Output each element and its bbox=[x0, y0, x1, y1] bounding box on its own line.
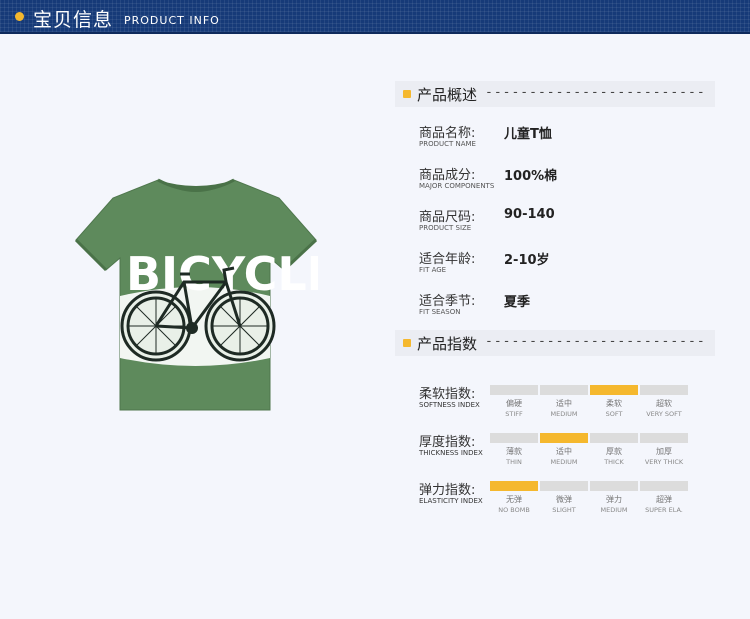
index-option-label: 弹力 bbox=[606, 495, 622, 504]
index-option: 适中 MEDIUM bbox=[540, 385, 588, 418]
index-option: 适中 MEDIUM bbox=[540, 433, 588, 466]
index-label: 厚度指数: bbox=[419, 435, 476, 450]
index-level-bar bbox=[540, 481, 588, 491]
index-option-label: 厚款 bbox=[606, 447, 622, 456]
index-level-bar bbox=[640, 433, 688, 443]
info-value: 100%棉 bbox=[504, 169, 558, 184]
index-option: 偏硬 STIFF bbox=[490, 385, 538, 418]
index-row-softness: 柔软指数: SOFTNESS INDEX 偏硬 STIFF 适中 MEDIUM … bbox=[419, 383, 709, 423]
product-image: BICYCLE bbox=[74, 178, 338, 414]
section-bullet-icon bbox=[403, 90, 411, 98]
header-subtitle: PRODUCT INFO bbox=[124, 14, 220, 27]
index-level-bar bbox=[590, 385, 638, 395]
index-section-header: 产品指数 ------------------------- bbox=[395, 330, 715, 356]
info-label-en: PRODUCT NAME bbox=[419, 140, 476, 148]
index-option-label: 适中 bbox=[556, 447, 572, 456]
header-title: 宝贝信息 bbox=[33, 9, 114, 31]
index-option-label: 超软 bbox=[656, 399, 672, 408]
index-level-bar bbox=[590, 433, 638, 443]
index-option: 无弹 NO BOMB bbox=[490, 481, 538, 514]
index-option-label-en: STIFF bbox=[505, 410, 523, 418]
info-row-size: 商品尺码: PRODUCT SIZE 90-140 bbox=[419, 206, 709, 236]
page-header: 宝贝信息 PRODUCT INFO bbox=[0, 0, 750, 34]
index-label-en: THICKNESS INDEX bbox=[419, 449, 483, 457]
info-label: 商品名称: bbox=[419, 126, 476, 141]
index-option-label-en: NO BOMB bbox=[498, 506, 530, 514]
index-option: 弹力 MEDIUM bbox=[590, 481, 638, 514]
index-option: 薄款 THIN bbox=[490, 433, 538, 466]
overview-section-header: 产品概述 ------------------------- bbox=[395, 81, 715, 107]
section-divider: ------------------------- bbox=[485, 334, 706, 349]
index-option-label-en: SLIGHT bbox=[552, 506, 576, 514]
index-option-label: 偏硬 bbox=[506, 399, 522, 408]
index-level-bar bbox=[640, 385, 688, 395]
index-option-label-en: MEDIUM bbox=[550, 410, 578, 418]
index-option-label-en: VERY SOFT bbox=[646, 410, 682, 418]
index-option-label-en: THICK bbox=[604, 458, 624, 466]
info-label-en: FIT SEASON bbox=[419, 308, 461, 316]
index-option: 加厚 VERY THICK bbox=[640, 433, 688, 466]
index-title: 产品指数 bbox=[417, 335, 478, 353]
index-option: 厚款 THICK bbox=[590, 433, 638, 466]
info-row-name: 商品名称: PRODUCT NAME 儿童T恤 bbox=[419, 122, 709, 152]
info-label-en: MAJOR COMPONENTS bbox=[419, 182, 495, 190]
info-value: 儿童T恤 bbox=[504, 127, 552, 142]
index-level-bar bbox=[540, 385, 588, 395]
index-option-label: 适中 bbox=[556, 399, 572, 408]
index-label-en: SOFTNESS INDEX bbox=[419, 401, 480, 409]
header-bullet-icon bbox=[15, 12, 24, 21]
index-label: 弹力指数: bbox=[419, 483, 476, 498]
info-label: 商品成分: bbox=[419, 168, 476, 183]
index-option: 超软 VERY SOFT bbox=[640, 385, 688, 418]
index-option-label: 无弹 bbox=[506, 495, 522, 504]
index-option-label: 薄款 bbox=[506, 447, 522, 456]
index-option-label-en: SOFT bbox=[605, 410, 623, 418]
index-label-en: ELASTICITY INDEX bbox=[419, 497, 483, 505]
info-value: 2-10岁 bbox=[504, 253, 550, 268]
info-label: 商品尺码: bbox=[419, 210, 476, 225]
info-row-components: 商品成分: MAJOR COMPONENTS 100%棉 bbox=[419, 164, 709, 194]
index-level-bar bbox=[490, 481, 538, 491]
index-option: 微弹 SLIGHT bbox=[540, 481, 588, 514]
index-level-bar bbox=[640, 481, 688, 491]
info-label-en: FIT AGE bbox=[419, 266, 447, 274]
index-level-bar bbox=[590, 481, 638, 491]
index-level-bar bbox=[540, 433, 588, 443]
info-value: 夏季 bbox=[504, 295, 531, 310]
index-option-label: 加厚 bbox=[656, 447, 672, 456]
index-option-label: 超弹 bbox=[656, 495, 672, 504]
overview-title: 产品概述 bbox=[417, 86, 478, 104]
index-label: 柔软指数: bbox=[419, 387, 476, 402]
index-option-label: 微弹 bbox=[556, 495, 572, 504]
index-option-label-en: SUPER ELA. bbox=[645, 506, 683, 514]
info-label: 适合年龄: bbox=[419, 252, 476, 267]
section-divider: ------------------------- bbox=[485, 85, 706, 100]
t-shirt-icon: BICYCLE bbox=[74, 178, 338, 411]
index-level-bar bbox=[490, 433, 538, 443]
section-bullet-icon bbox=[403, 339, 411, 347]
info-row-age: 适合年龄: FIT AGE 2-10岁 bbox=[419, 248, 709, 278]
index-option: 超弹 SUPER ELA. bbox=[640, 481, 688, 514]
index-option-label: 柔软 bbox=[606, 399, 622, 408]
index-option-label-en: VERY THICK bbox=[644, 458, 684, 466]
index-option-label-en: THIN bbox=[506, 458, 522, 466]
index-row-thickness: 厚度指数: THICKNESS INDEX 薄款 THIN 适中 MEDIUM … bbox=[419, 431, 709, 471]
info-row-season: 适合季节: FIT SEASON 夏季 bbox=[419, 290, 709, 320]
info-value: 90-140 bbox=[504, 207, 555, 222]
info-label: 适合季节: bbox=[419, 294, 476, 309]
index-option-label-en: MEDIUM bbox=[600, 506, 628, 514]
index-option-label-en: MEDIUM bbox=[550, 458, 578, 466]
index-row-elasticity: 弹力指数: ELASTICITY INDEX 无弹 NO BOMB 微弹 SLI… bbox=[419, 479, 709, 519]
index-option: 柔软 SOFT bbox=[590, 385, 638, 418]
info-label-en: PRODUCT SIZE bbox=[419, 224, 472, 232]
index-level-bar bbox=[490, 385, 538, 395]
